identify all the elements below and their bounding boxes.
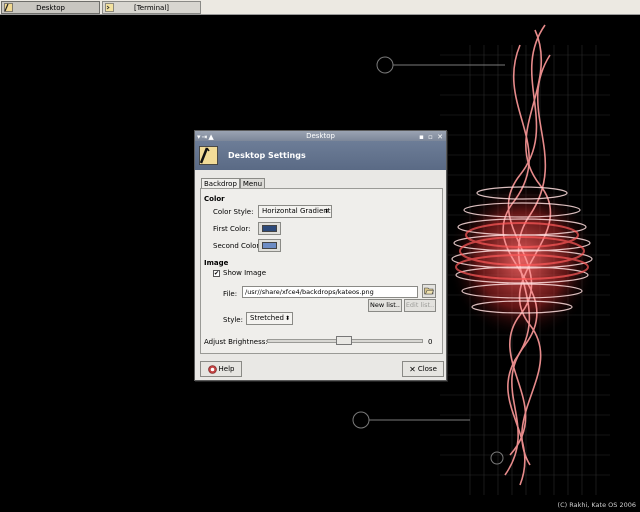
image-section-title: Image xyxy=(204,259,229,267)
taskbar-item-desktop[interactable]: Desktop xyxy=(1,1,100,14)
file-label: File: xyxy=(223,290,238,298)
edit-list-label: Edit list.. xyxy=(405,301,435,309)
first-color-label: First Color: xyxy=(213,225,251,233)
help-label: Help xyxy=(218,365,235,373)
terminal-icon xyxy=(105,3,114,12)
close-label: Close xyxy=(417,365,437,373)
desktop-settings-dialog: ▾⇥▲ Desktop ▪ ▫ ✕ Desktop Settings Backd… xyxy=(194,130,447,381)
second-color-label: Second Color: xyxy=(213,242,262,250)
close-x-icon: ✕ xyxy=(409,364,416,374)
image-style-label: Style: xyxy=(223,316,243,324)
help-button[interactable]: Help xyxy=(200,361,242,377)
new-list-label: New list.. xyxy=(370,301,400,309)
combo-arrows-icon: ⬍ xyxy=(323,208,329,215)
minimize-icon[interactable]: ▪ xyxy=(419,133,425,141)
help-icon xyxy=(207,364,217,374)
first-color-button[interactable] xyxy=(258,222,281,235)
second-color-swatch xyxy=(262,242,277,249)
color-style-label: Color Style: xyxy=(213,208,254,216)
brightness-value: 0 xyxy=(428,338,433,346)
first-color-swatch xyxy=(262,225,277,232)
window-titlebar[interactable]: ▾⇥▲ Desktop ▪ ▫ ✕ xyxy=(195,131,446,141)
close-icon[interactable]: ✕ xyxy=(437,133,444,141)
dialog-header-title: Desktop Settings xyxy=(228,151,306,160)
dialog-header: Desktop Settings xyxy=(195,141,446,170)
image-style-value: Stretched xyxy=(250,314,284,322)
color-section-title: Color xyxy=(204,195,225,203)
close-button[interactable]: ✕ Close xyxy=(402,361,444,377)
taskbar-item-label: Desktop xyxy=(36,3,65,12)
image-style-select[interactable]: Stretched ⬍ xyxy=(246,312,293,325)
window-title: Desktop xyxy=(306,132,335,140)
brightness-label: Adjust Brightness: xyxy=(204,338,268,346)
browse-file-button[interactable] xyxy=(422,284,436,298)
edit-list-button[interactable]: Edit list.. xyxy=(404,299,436,312)
color-style-select[interactable]: Horizontal Gradient ⬍ xyxy=(258,205,332,218)
desktop-settings-icon xyxy=(4,3,13,12)
brightness-slider-thumb[interactable] xyxy=(336,336,352,345)
folder-open-icon xyxy=(424,287,434,295)
show-image-label: Show Image xyxy=(223,269,267,277)
taskbar-item-label: [Terminal] xyxy=(133,3,170,12)
window-menu-buttons[interactable]: ▾⇥▲ xyxy=(197,132,215,142)
color-style-value: Horizontal Gradient xyxy=(262,207,331,215)
taskbar: Desktop [Terminal] xyxy=(0,0,640,15)
second-color-button[interactable] xyxy=(258,239,281,252)
file-path-input[interactable]: /usr//share/xfce4/backdrops/kateos.png xyxy=(242,286,418,298)
backdrop-panel: Color Color Style: Horizontal Gradient ⬍… xyxy=(200,188,443,354)
new-list-button[interactable]: New list.. xyxy=(368,299,402,312)
wallpaper-copyright: (C) Rakhi, Kate OS 2006 xyxy=(557,501,636,509)
combo-arrows-icon: ⬍ xyxy=(284,315,290,322)
taskbar-item-terminal[interactable]: [Terminal] xyxy=(102,1,201,14)
desktop-settings-icon xyxy=(199,146,218,165)
maximize-icon[interactable]: ▫ xyxy=(428,133,434,141)
show-image-checkbox[interactable]: ✔ xyxy=(213,270,220,277)
